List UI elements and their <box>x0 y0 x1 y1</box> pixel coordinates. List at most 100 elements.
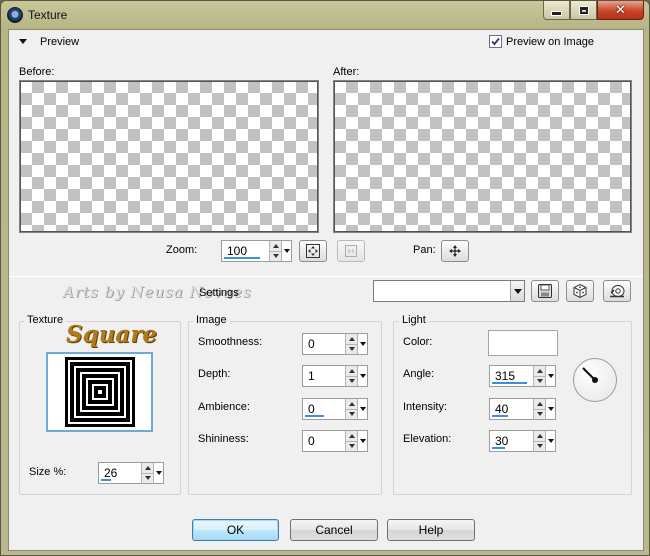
reset-defaults-icon <box>610 285 625 298</box>
title-bar[interactable]: Texture ✕ <box>1 1 649 29</box>
pan-button[interactable] <box>441 240 469 262</box>
spin-up-icon[interactable] <box>534 399 545 409</box>
size-value-field[interactable]: 26 <box>99 463 141 483</box>
intensity-label: Intensity: <box>403 401 448 413</box>
fit-to-window-icon <box>306 244 320 258</box>
preset-dropdown-arrow[interactable] <box>510 281 524 301</box>
spin-down-icon[interactable] <box>346 375 357 387</box>
pan-label: Pan: <box>413 244 436 256</box>
elevation-value-field[interactable]: 30 <box>490 431 533 451</box>
after-preview-panel[interactable] <box>333 80 632 233</box>
before-preview-panel[interactable] <box>19 80 319 233</box>
spin-down-icon[interactable] <box>346 343 357 355</box>
close-button[interactable]: ✕ <box>597 1 644 20</box>
actual-size-button[interactable] <box>337 240 365 262</box>
depth-dropdown-arrow[interactable] <box>357 366 367 386</box>
spin-down-icon[interactable] <box>534 408 545 420</box>
shininess-spin-arrows[interactable] <box>345 431 357 451</box>
zoom-dropdown-arrow[interactable] <box>281 241 291 261</box>
elevation-dropdown-arrow[interactable] <box>545 431 555 451</box>
spin-up-icon[interactable] <box>346 431 357 441</box>
texture-swatch[interactable] <box>46 352 153 432</box>
zoom-value-field[interactable]: 100 <box>222 241 269 261</box>
save-disk-icon <box>538 284 552 298</box>
ok-button[interactable]: OK <box>192 519 279 541</box>
light-color-swatch[interactable] <box>488 330 558 356</box>
elevation-spin-arrows[interactable] <box>533 431 545 451</box>
angle-dropdown-arrow[interactable] <box>545 366 555 386</box>
cancel-button[interactable]: Cancel <box>290 519 378 541</box>
before-label: Before: <box>19 66 55 78</box>
image-group-label: Image <box>193 314 230 326</box>
zoom-label: Zoom: <box>166 244 198 256</box>
preview-on-image-checkbox[interactable] <box>489 35 502 48</box>
ambience-value-field[interactable]: 0 <box>303 399 345 419</box>
spin-up-icon[interactable] <box>346 366 357 376</box>
depth-value-field[interactable]: 1 <box>303 366 345 386</box>
spin-down-icon[interactable] <box>534 375 545 387</box>
intensity-dropdown-arrow[interactable] <box>545 399 555 419</box>
elevation-level-bar <box>492 447 505 449</box>
intensity-spin-arrows[interactable] <box>533 399 545 419</box>
dice-icon <box>573 283 587 299</box>
maximize-button[interactable] <box>570 1 597 20</box>
section-divider <box>9 276 643 277</box>
spin-down-icon[interactable] <box>270 250 281 262</box>
smoothness-label: Smoothness: <box>198 336 263 348</box>
size-spinner[interactable]: 26 <box>98 462 164 484</box>
zoom-spinner[interactable]: 100 <box>221 240 292 262</box>
shininess-value-field[interactable]: 0 <box>303 431 345 451</box>
spin-up-icon[interactable] <box>270 241 281 251</box>
depth-spinner[interactable]: 1 <box>302 365 368 387</box>
preview-collapse-toggle[interactable] <box>19 39 27 44</box>
angle-dial[interactable] <box>573 358 617 402</box>
collapse-arrow-icon <box>19 39 27 44</box>
angle-level-bar <box>492 382 527 384</box>
spin-up-icon[interactable] <box>142 463 153 473</box>
square-texture-icon <box>64 357 135 427</box>
angle-value-field[interactable]: 315 <box>490 366 533 386</box>
spin-down-icon[interactable] <box>346 408 357 420</box>
ambience-label: Ambience: <box>198 401 250 413</box>
smoothness-spinner[interactable]: 0 <box>302 333 368 355</box>
smoothness-spin-arrows[interactable] <box>345 334 357 354</box>
preset-dropdown[interactable] <box>373 280 525 302</box>
smoothness-dropdown-arrow[interactable] <box>357 334 367 354</box>
spin-down-icon[interactable] <box>534 440 545 452</box>
depth-label: Depth: <box>198 368 231 380</box>
color-label: Color: <box>403 336 433 348</box>
ambience-level-bar <box>305 415 324 417</box>
save-preset-button[interactable] <box>531 280 559 302</box>
spin-up-icon[interactable] <box>346 334 357 344</box>
ambience-spin-arrows[interactable] <box>345 399 357 419</box>
shininess-spinner[interactable]: 0 <box>302 430 368 452</box>
minimize-button[interactable] <box>543 1 570 20</box>
angle-dial-needle-icon <box>582 367 598 383</box>
intensity-value-field[interactable]: 40 <box>490 399 533 419</box>
help-button[interactable]: Help <box>387 519 475 541</box>
preview-header-label: Preview <box>40 36 80 48</box>
angle-spinner[interactable]: 315 <box>489 365 556 387</box>
randomize-button[interactable] <box>566 280 594 302</box>
spin-up-icon[interactable] <box>534 431 545 441</box>
preview-on-image-option[interactable]: Preview on Image <box>489 35 594 48</box>
spin-up-icon[interactable] <box>534 366 545 376</box>
depth-spin-arrows[interactable] <box>345 366 357 386</box>
ambience-spinner[interactable]: 0 <box>302 398 368 420</box>
minimize-icon <box>551 11 562 16</box>
spin-down-icon[interactable] <box>142 472 153 484</box>
zoom-spin-arrows[interactable] <box>269 241 281 261</box>
size-spin-arrows[interactable] <box>141 463 153 483</box>
angle-spin-arrows[interactable] <box>533 366 545 386</box>
smoothness-value-field[interactable]: 0 <box>303 334 345 354</box>
ambience-dropdown-arrow[interactable] <box>357 399 367 419</box>
size-dropdown-arrow[interactable] <box>153 463 163 483</box>
zoom-to-fit-button[interactable] <box>299 240 327 262</box>
reset-defaults-button[interactable] <box>603 280 631 302</box>
shininess-dropdown-arrow[interactable] <box>357 431 367 451</box>
spin-up-icon[interactable] <box>346 399 357 409</box>
elevation-spinner[interactable]: 30 <box>489 430 556 452</box>
intensity-spinner[interactable]: 40 <box>489 398 556 420</box>
texture-group-label: Texture <box>24 314 67 326</box>
spin-down-icon[interactable] <box>346 440 357 452</box>
